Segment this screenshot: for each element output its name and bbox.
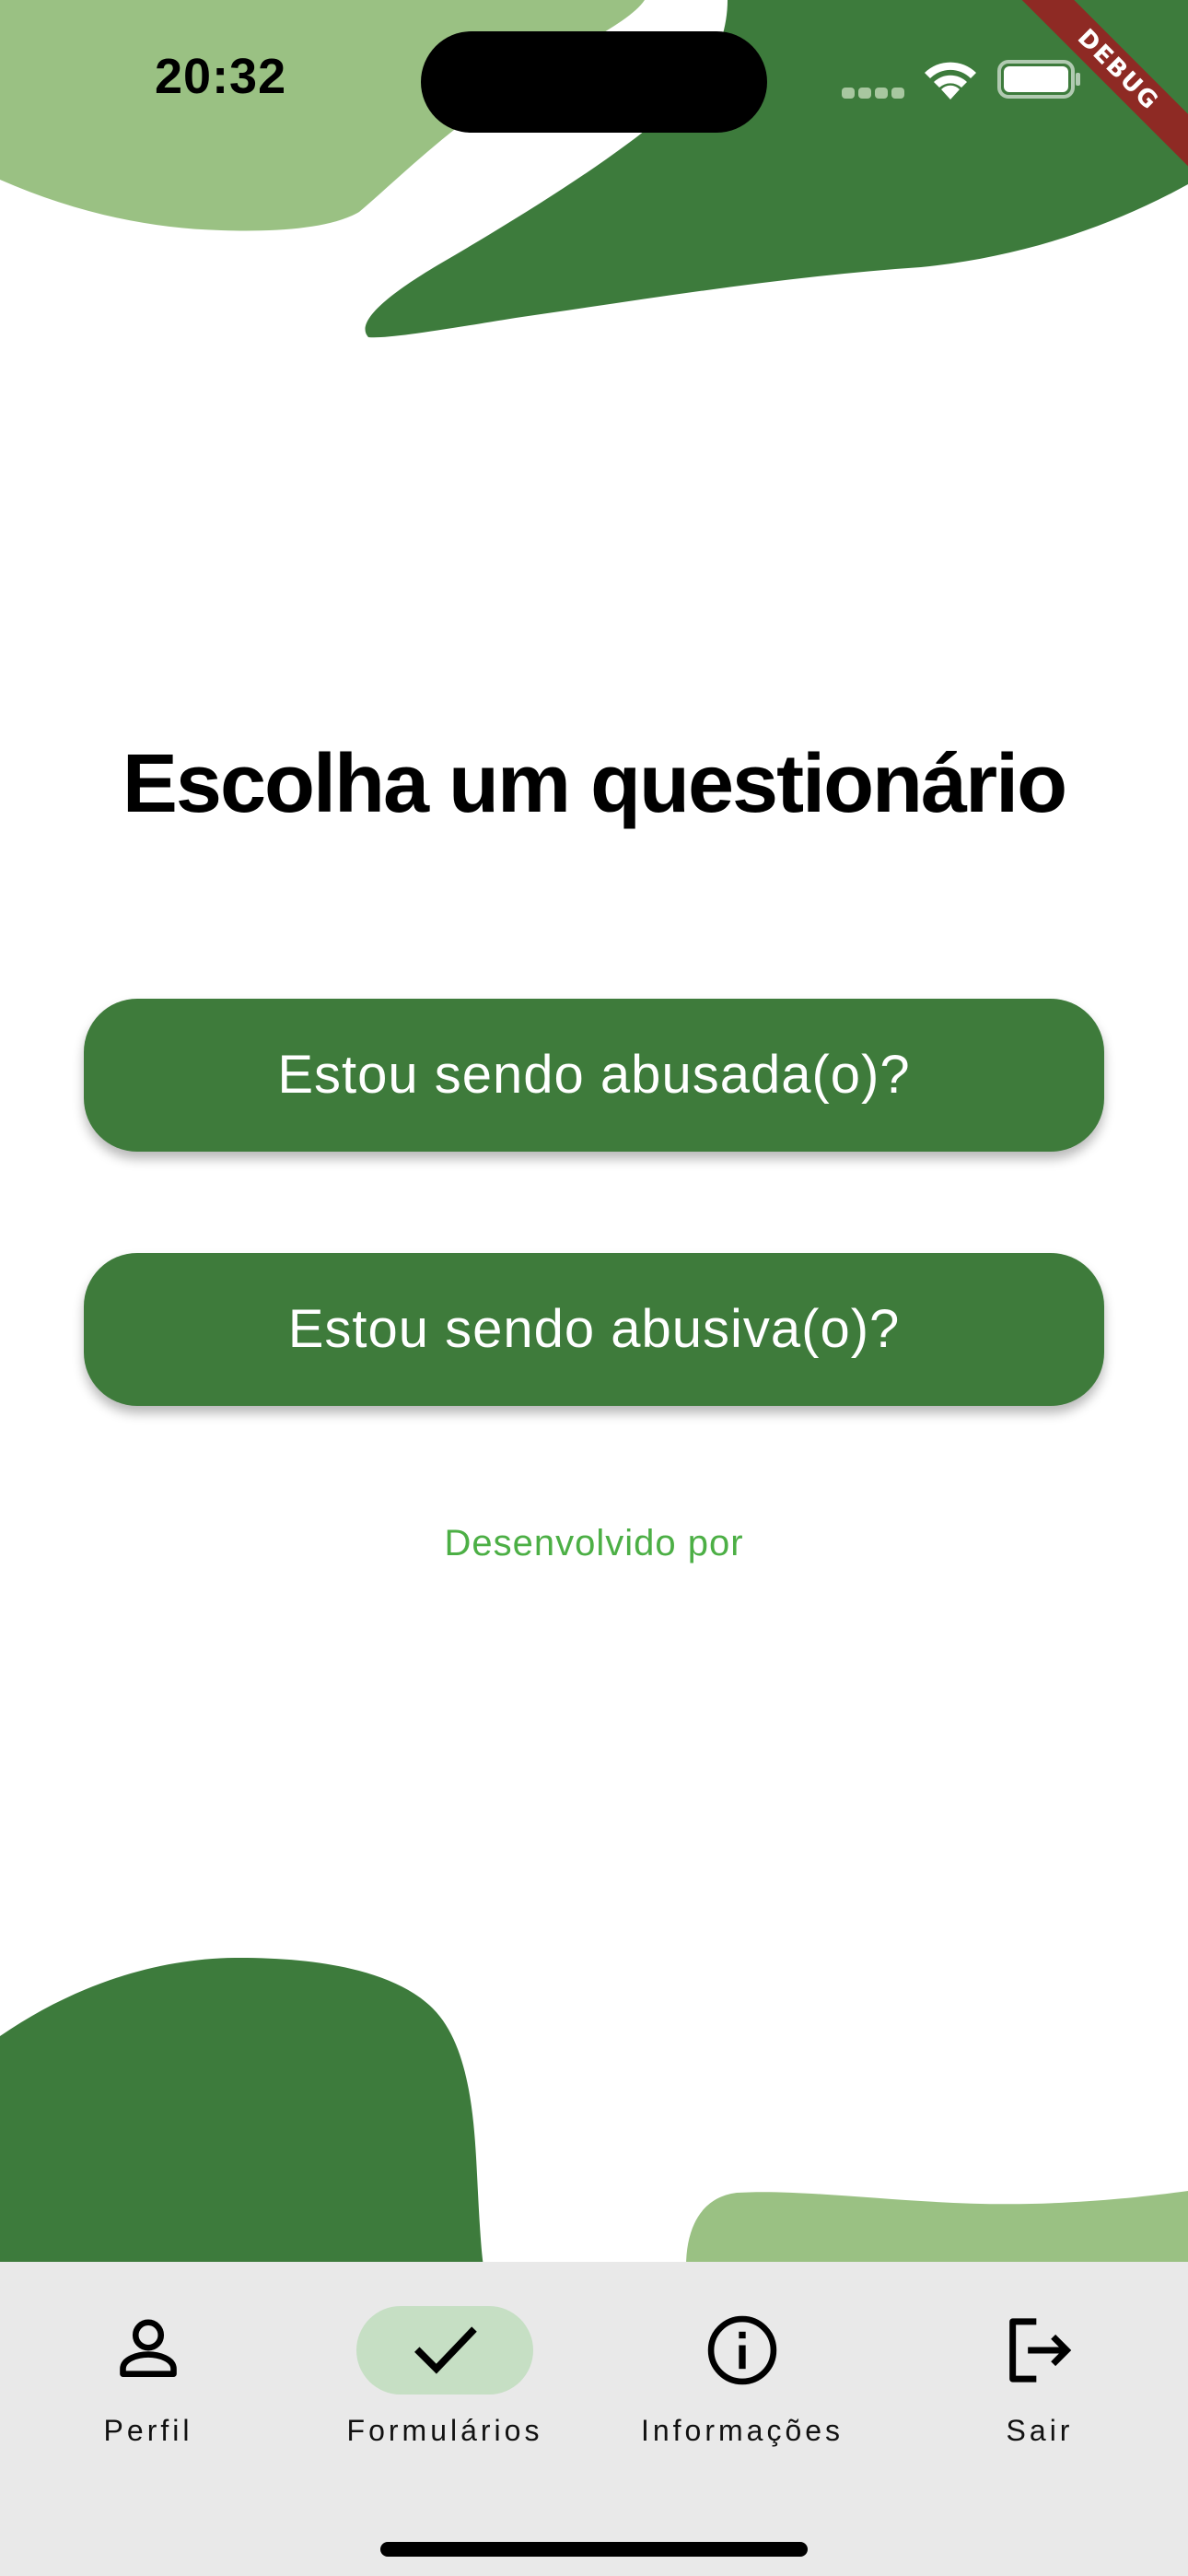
battery-icon [997, 60, 1080, 99]
app-screen: 20:32 DEBUG Escolha um questionário Esto… [0, 0, 1188, 2576]
nav-active-indicator [356, 2306, 533, 2395]
abusive-questionnaire-button[interactable]: Estou sendo abusiva(o)? [84, 1253, 1104, 1406]
nav-icon-container [60, 2306, 237, 2395]
nav-icon-container [951, 2306, 1128, 2395]
status-bar-time: 20:32 [155, 49, 287, 104]
home-indicator[interactable] [380, 2542, 808, 2557]
dynamic-island [421, 31, 767, 133]
nav-label-forms: Formulários [346, 2414, 543, 2447]
nav-item-profile[interactable]: Perfil [0, 2262, 297, 2483]
logout-icon [1009, 2318, 1072, 2383]
check-icon [414, 2326, 477, 2374]
developed-by-link[interactable]: Desenvolvido por [0, 1523, 1188, 1564]
nav-label-profile: Perfil [103, 2414, 193, 2447]
bottom-navigation-bar: Perfil Formulários Informações Sair [0, 2262, 1188, 2576]
nav-item-information[interactable]: Informações [594, 2262, 891, 2483]
nav-item-forms[interactable]: Formulários [297, 2262, 593, 2483]
bottom-left-dark-blob [0, 1958, 483, 2266]
wifi-icon [925, 62, 976, 100]
nav-label-logout: Sair [1006, 2414, 1074, 2447]
info-icon [707, 2315, 777, 2385]
nav-item-logout[interactable]: Sair [891, 2262, 1188, 2483]
person-icon [120, 2319, 177, 2377]
bottom-right-light-blob [686, 2191, 1188, 2266]
abused-questionnaire-button[interactable]: Estou sendo abusada(o)? [84, 999, 1104, 1152]
page-title: Escolha um questionário [122, 738, 1067, 830]
nav-icon-container [654, 2306, 831, 2395]
nav-label-information: Informações [640, 2414, 844, 2447]
cellular-signal-icon [842, 87, 908, 99]
